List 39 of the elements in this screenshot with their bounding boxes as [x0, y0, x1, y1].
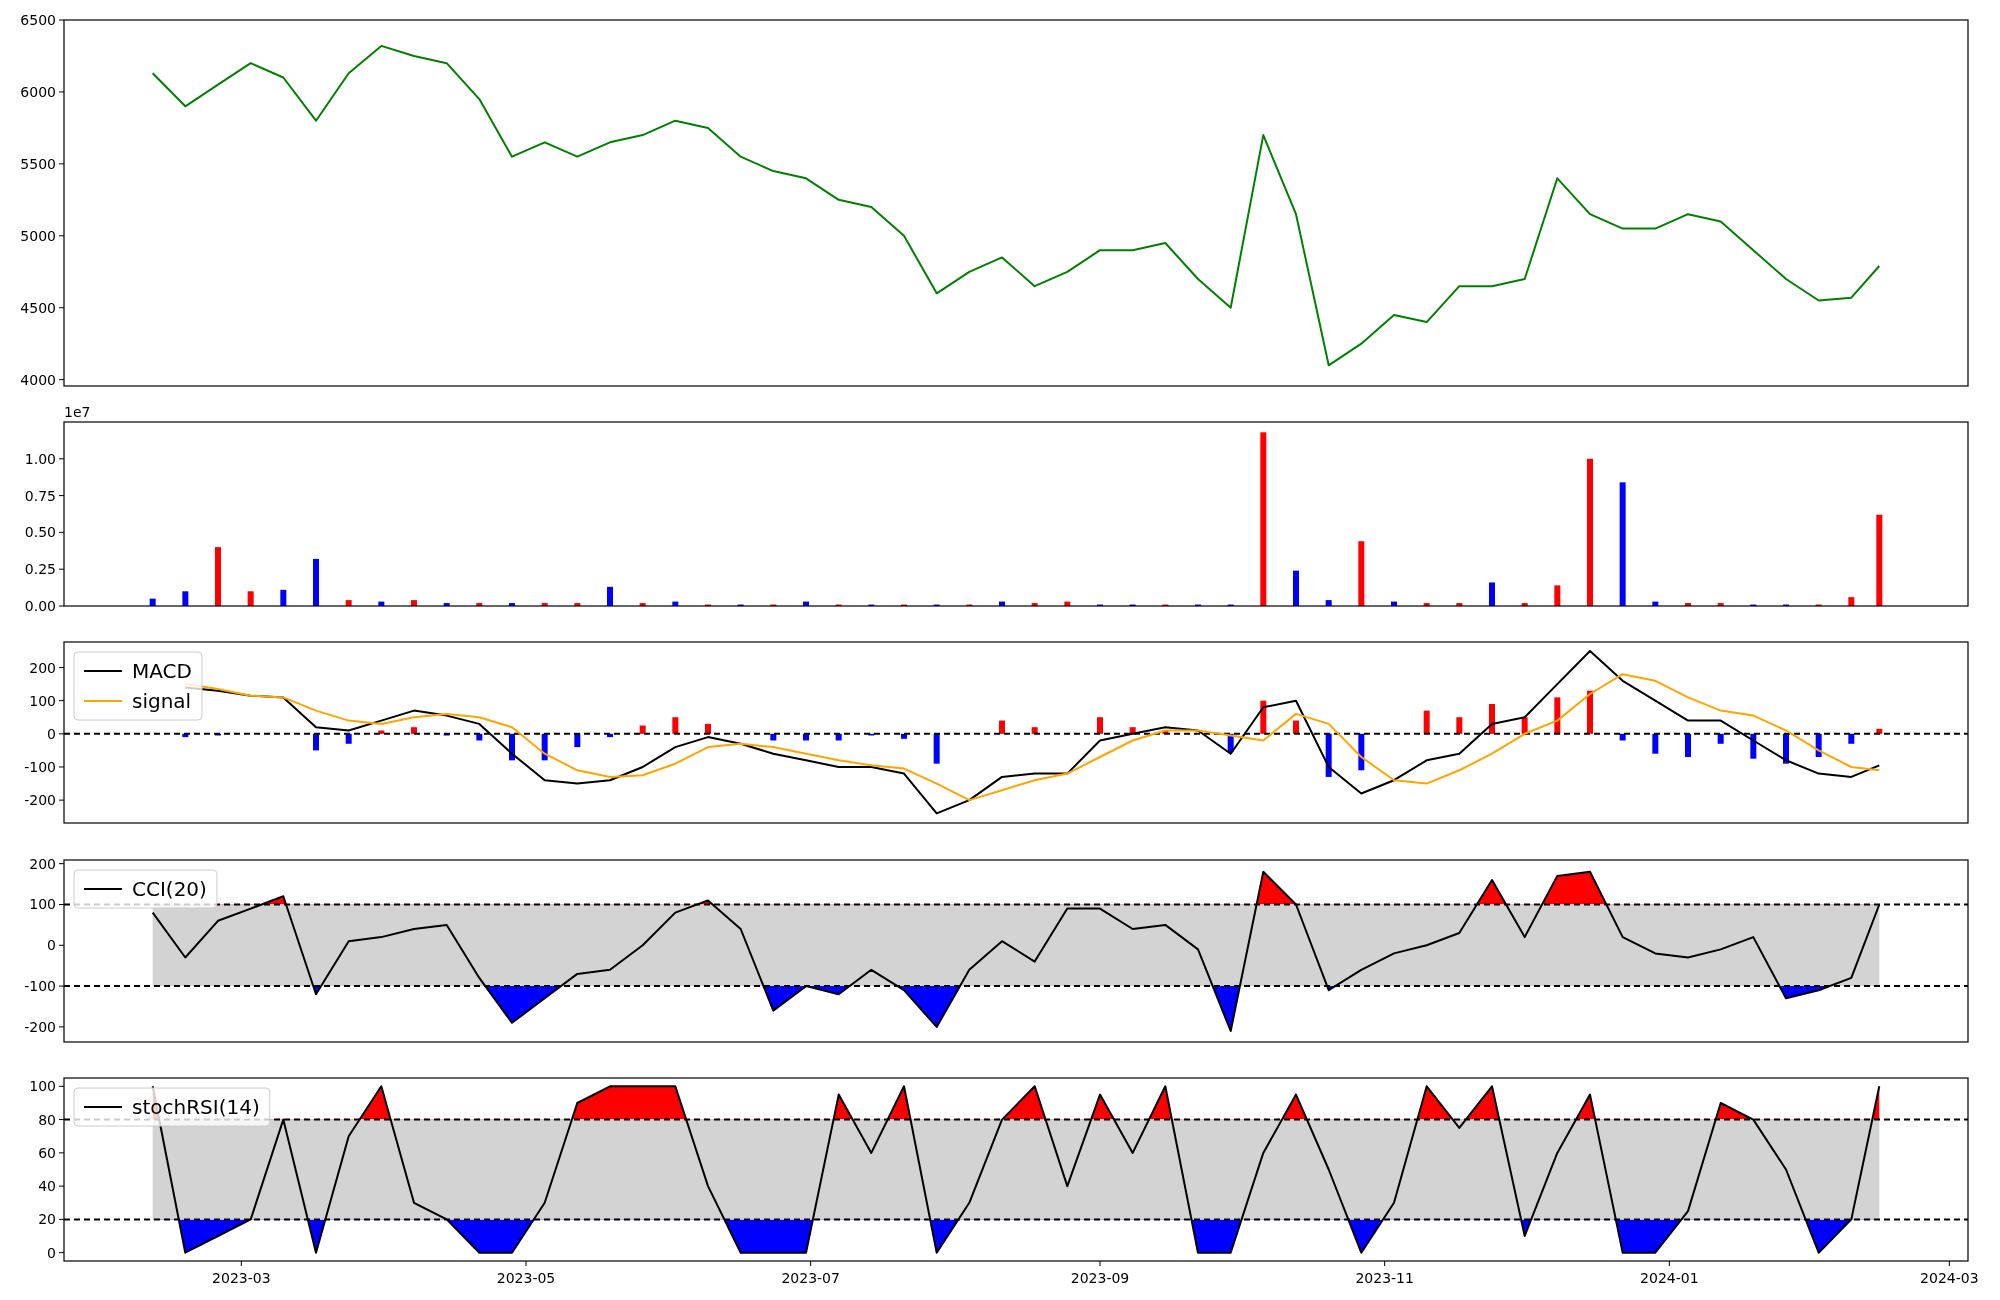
tick-label: 0	[47, 1244, 56, 1261]
tick-label: 0.75	[24, 487, 56, 504]
tick-label: 100	[29, 1078, 56, 1095]
tick-label: 2023-07	[781, 1270, 840, 1286]
tick-label: -100	[24, 978, 56, 995]
tick-label: 0.25	[24, 561, 56, 578]
tick-label: 100	[29, 692, 56, 709]
legend-label: stochRSI(14)	[132, 1095, 260, 1119]
tick-label: 2023-09	[1070, 1270, 1130, 1286]
tick-label: 0.50	[24, 524, 56, 541]
tick-label: 2024-01	[1640, 1270, 1699, 1286]
tick-label: 2024-03	[1920, 1270, 1979, 1286]
tick-label: 2023-11	[1355, 1270, 1414, 1286]
tick-label: 0	[47, 725, 56, 742]
tick-label: 100	[29, 896, 56, 913]
tick-label: 200	[29, 659, 56, 676]
tick-label: -100	[24, 759, 56, 775]
tick-label: 20	[38, 1211, 56, 1228]
tick-label: 0.00	[24, 598, 56, 614]
axis-multiplier: 1e7	[64, 404, 91, 420]
legend-label: MACD	[132, 659, 192, 683]
tick-label: 5000	[20, 227, 56, 244]
legend-label: signal	[132, 689, 192, 713]
tick-label: 4000	[20, 371, 56, 388]
tick-label: 1.00	[24, 450, 56, 467]
tick-label: 4500	[20, 299, 56, 316]
tick-label: 40	[38, 1178, 56, 1195]
tick-label: -200	[24, 792, 56, 809]
tick-label: 0	[47, 937, 56, 954]
tick-label: 2023-05	[496, 1270, 556, 1286]
tick-label: 60	[38, 1144, 56, 1161]
tick-label: -200	[24, 1018, 56, 1035]
tick-label: 80	[38, 1111, 56, 1128]
legend-label: CCI(20)	[132, 877, 207, 901]
tick-label: 200	[29, 855, 56, 872]
tick-label: 6000	[20, 83, 56, 100]
tick-label: 5500	[20, 155, 56, 172]
tick-label: 6500	[20, 12, 56, 28]
tick-label: 2023-03	[212, 1270, 271, 1286]
